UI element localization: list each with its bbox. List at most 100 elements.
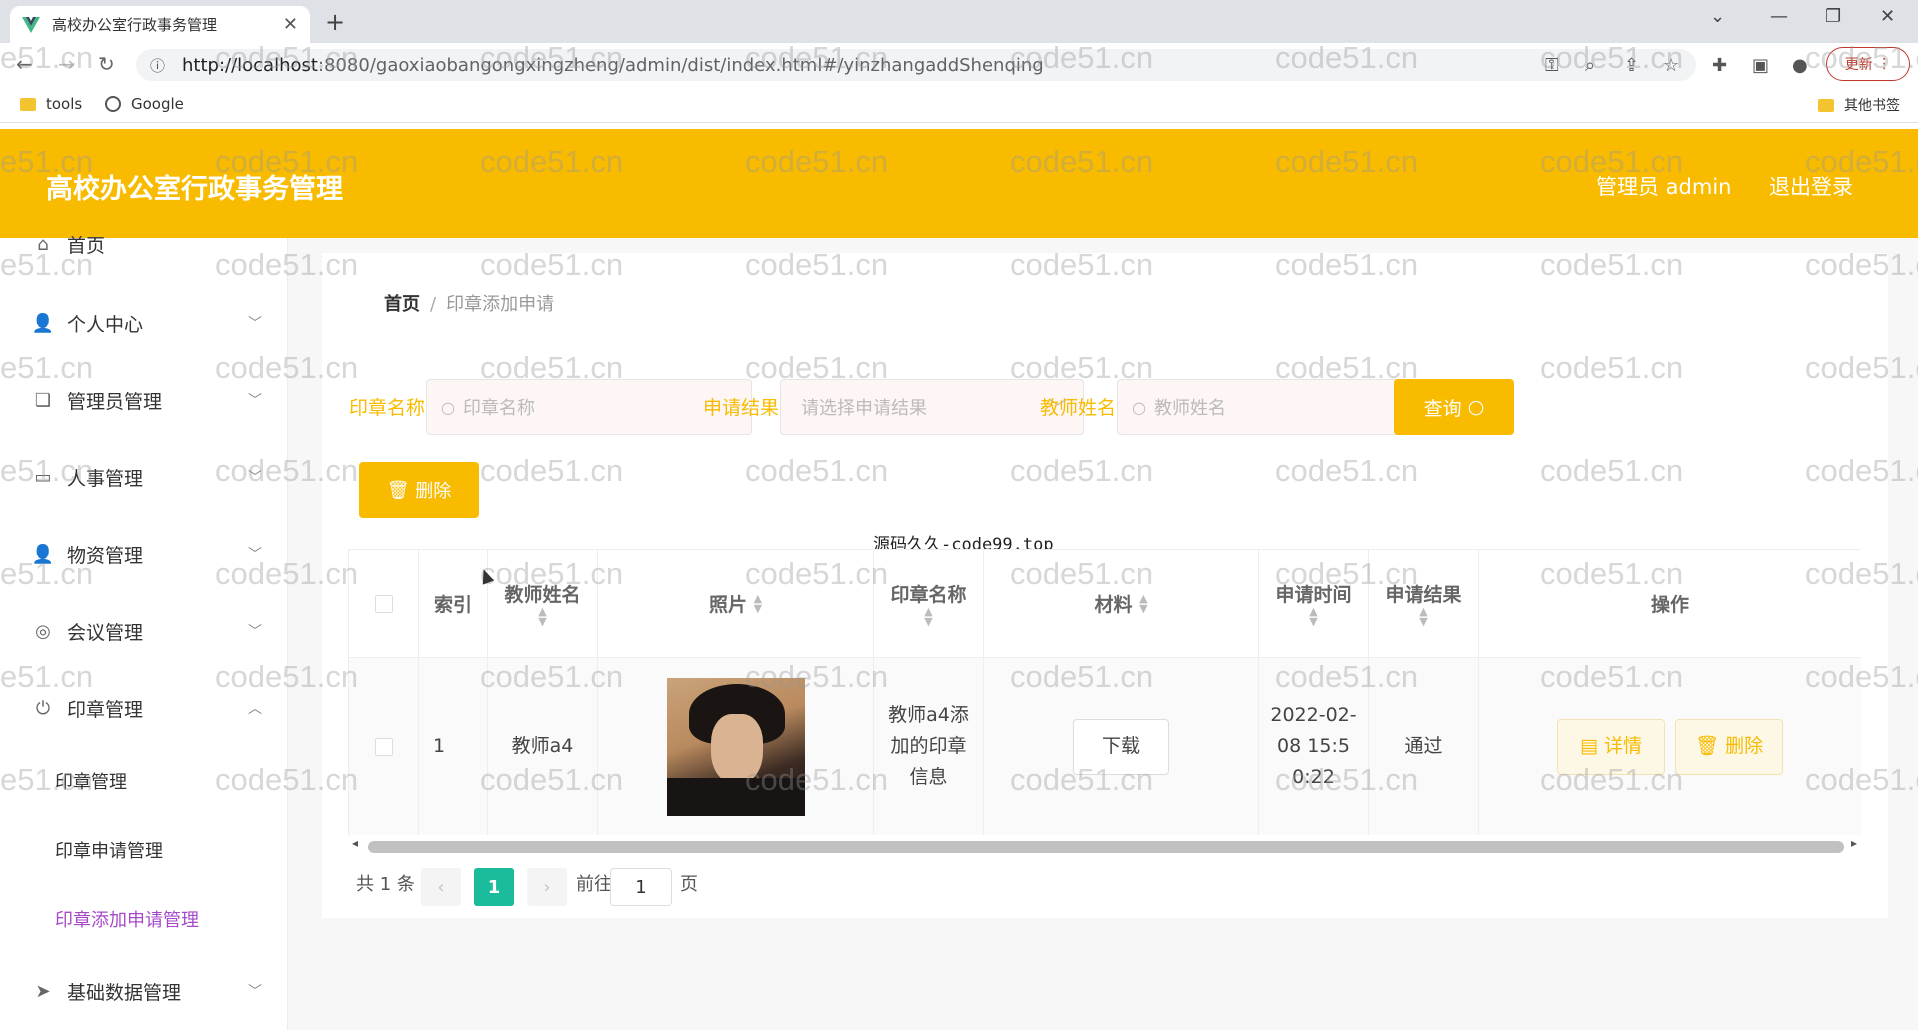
cell-material: 下载 (984, 657, 1259, 835)
bookmark-google[interactable]: Google (105, 95, 184, 113)
url-host: http://localhost (182, 54, 318, 76)
result-placeholder: 请选择申请结果 (801, 398, 927, 419)
bookmark-label: Google (131, 95, 184, 113)
browser-tab[interactable]: 高校办公室行政事务管理 ✕ (10, 6, 310, 43)
sort-icon[interactable]: ▲ ▼ (538, 606, 546, 627)
scroll-left-icon[interactable]: ◂ (352, 836, 358, 850)
minimize-icon[interactable]: — (1770, 6, 1788, 27)
chevron-down-icon: ﹀ (248, 393, 262, 409)
column-header-result[interactable]: 申请结果 ▲ ▼ (1369, 550, 1479, 657)
search-icon: ○ (1132, 397, 1146, 417)
header-label: 印章名称 (890, 584, 967, 606)
chevron-up-icon: ︿ (248, 701, 262, 717)
select-all-checkbox[interactable] (374, 594, 393, 613)
sidebar-item-hr[interactable]: ▭ 人事管理 ﹀ (0, 457, 288, 497)
back-icon[interactable]: ← (16, 52, 33, 76)
chat-icon: ▭ (34, 466, 52, 488)
extensions-icon[interactable]: ✚ (1712, 55, 1727, 76)
row-checkbox[interactable] (374, 737, 393, 756)
column-header-photo[interactable]: 照片 ▲ ▼ (598, 550, 874, 657)
sidebar-item-label: 印章管理 (67, 698, 144, 721)
close-window-icon[interactable]: ✕ (1880, 6, 1895, 27)
header-label: 照片 (708, 594, 747, 616)
sidebar-item-personal[interactable]: 👤 个人中心 ﹀ (0, 303, 288, 343)
row-delete-button[interactable]: 🗑 删除 (1675, 718, 1783, 775)
detail-button[interactable]: ▤ 详情 (1557, 718, 1665, 775)
folder-icon (1818, 98, 1834, 112)
user-icon: 👤 (31, 543, 55, 565)
row-delete-label: 删除 (1725, 735, 1764, 757)
zoom-icon[interactable]: ⌕ (1585, 55, 1595, 76)
sidebar-subitem-seal-apply[interactable]: 印章申请管理 (55, 837, 163, 863)
bookmark-label: tools (46, 95, 83, 113)
sidebar-item-seal[interactable]: ⏻ 印章管理 ︿ (0, 688, 288, 728)
close-tab-icon[interactable]: ✕ (283, 14, 298, 35)
batch-delete-button[interactable]: 🗑 删除 (359, 462, 479, 518)
cell-index: 1 (419, 657, 488, 835)
app-title: 高校办公室行政事务管理 (46, 174, 343, 205)
key-icon[interactable]: ⚿ (1545, 55, 1559, 76)
sort-icon[interactable]: ▲ ▼ (754, 593, 762, 614)
sort-icon[interactable]: ▲ ▼ (1419, 606, 1427, 627)
column-header-time[interactable]: 申请时间 ▲ ▼ (1259, 550, 1369, 657)
bookmark-tools[interactable]: tools (20, 95, 82, 113)
result-select[interactable]: 请选择申请结果 ﹀ (780, 379, 1084, 435)
horizontal-scrollbar[interactable]: ◂ ▸ (348, 836, 1861, 856)
sidebar-subitem-seal[interactable]: 印章管理 (55, 768, 127, 794)
share-icon[interactable]: ⇪ (1624, 55, 1639, 76)
sidebar-subitem-seal-add-apply[interactable]: 印章添加申请管理 (55, 906, 199, 932)
scrollbar-thumb[interactable] (368, 841, 1844, 853)
restore-icon[interactable]: ❐ (1825, 6, 1841, 27)
breadcrumb-home[interactable]: 首页 (384, 294, 420, 315)
header-label: 材料 (1094, 594, 1133, 616)
new-tab-button[interactable]: + (325, 8, 345, 36)
select-all-header (349, 550, 419, 657)
goto-label: 前往 (576, 874, 612, 895)
next-page-button[interactable]: › (527, 868, 567, 906)
teacher-photo[interactable] (666, 677, 805, 816)
chevron-down-icon: ﹀ (248, 547, 262, 563)
sidebar-item-label: 会议管理 (67, 621, 144, 644)
header-label: 申请时间 (1275, 584, 1352, 606)
home-icon: ⌂ (37, 233, 49, 255)
sidebar-item-admin[interactable]: ❏ 管理员管理 ﹀ (0, 380, 288, 420)
sidebar-item-meeting[interactable]: ◎ 会议管理 ﹀ (0, 611, 288, 651)
info-icon: ⓘ (150, 56, 166, 75)
prev-page-button[interactable]: ‹ (421, 868, 461, 906)
sort-icon[interactable]: ▲ ▼ (1309, 606, 1317, 627)
column-header-material[interactable]: 材料 ▲ ▼ (984, 550, 1259, 657)
logout-link[interactable]: 退出登录 (1769, 171, 1853, 201)
star-icon[interactable]: ☆ (1663, 55, 1679, 76)
other-bookmarks[interactable]: 其他书签 (1818, 95, 1900, 115)
detail-label: 详情 (1603, 735, 1642, 757)
sort-icon[interactable]: ▲ ▼ (924, 606, 932, 627)
result-label: 申请结果 (703, 397, 780, 419)
reload-icon[interactable]: ↻ (98, 52, 115, 76)
url-field[interactable]: ⓘ http://localhost:8080/gaoxiaobangongxi… (136, 49, 1696, 81)
sidebar-item-label: 人事管理 (67, 467, 144, 490)
sidebar-item-home[interactable]: ⌂ 首页 (0, 224, 288, 264)
content-card: 首页 / 印章添加申请 印章名称 ○ 印章名称 申请结果 请选择申请结果 ﹀ 教师姓名… (322, 253, 1888, 918)
page-1-button[interactable]: 1 (474, 868, 514, 906)
browser-tab-strip: 高校办公室行政事务管理 ✕ + ⌄ — ❐ ✕ (0, 0, 1918, 43)
forward-icon[interactable]: → (58, 52, 75, 76)
sidepanel-icon[interactable]: ▣ (1752, 55, 1769, 76)
profile-icon[interactable]: ● (1792, 55, 1808, 76)
download-button[interactable]: 下载 (1073, 718, 1169, 775)
trash-icon: 🗑 (386, 479, 410, 501)
sidebar-item-basedata[interactable]: ➤ 基础数据管理 ﹀ (0, 971, 288, 1011)
scroll-right-icon[interactable]: ▸ (1851, 836, 1857, 850)
sort-icon[interactable]: ▲ ▼ (1139, 593, 1147, 614)
tab-search-icon[interactable]: ⌄ (1710, 6, 1725, 27)
query-button[interactable]: 查询 ○ (1394, 379, 1514, 435)
sidebar-item-materials[interactable]: 👤 物资管理 ﹀ (0, 534, 288, 574)
teacher-name-placeholder: 教师姓名 (1153, 398, 1226, 419)
column-header-seal[interactable]: 印章名称 ▲ ▼ (874, 550, 984, 657)
url-path: :8080/gaoxiaobangongxingzheng/admin/dist… (317, 54, 1044, 76)
goto-page-input[interactable]: 1 (610, 868, 672, 906)
current-user: 管理员 admin (1596, 175, 1732, 199)
header-label: 教师姓名 (504, 584, 581, 606)
update-button[interactable]: 更新 ⋮ (1826, 47, 1910, 81)
trash-icon: 🗑 (1694, 735, 1720, 757)
column-header-teacher[interactable]: 教师姓名 ▲ ▼ (488, 550, 598, 657)
